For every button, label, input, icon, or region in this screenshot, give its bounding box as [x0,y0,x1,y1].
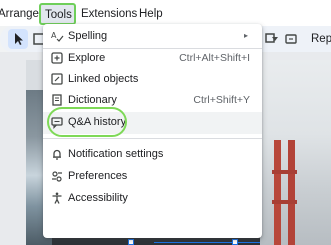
selection-outline [154,242,260,243]
comment-icon[interactable] [283,31,299,47]
menu-item-explore[interactable]: Explore Ctrl+Alt+Shift+I [43,48,262,70]
menu-item-label: Dictionary [68,94,117,106]
highlight-ring [47,107,127,137]
menu-extensions[interactable]: Extensions [81,7,137,21]
menu-item-shortcut: Ctrl+Shift+Y [193,94,250,106]
resize-handle[interactable] [232,239,238,245]
submenu-arrow-icon: ▸ [243,31,248,40]
bridge-beam [272,170,297,174]
bell-icon [50,147,64,161]
menu-item-label: Linked objects [68,73,139,85]
menu-item-label: Notification settings [68,148,164,160]
slide-photo-bridge[interactable] [260,60,331,245]
chevron-down-icon[interactable] [271,31,279,47]
menu-tools-label: Tools [45,9,72,21]
spelling-icon: A [50,29,64,43]
svg-text:A: A [51,31,57,40]
cursor-icon [15,33,23,45]
menu-divider [43,138,262,139]
bridge-tower [288,140,295,245]
menu-item-label: Explore [68,52,106,64]
menu-item-notification-settings[interactable]: Notification settings [43,144,262,166]
bridge-beam [272,200,297,204]
menu-item-preferences[interactable]: Preferences [43,166,262,188]
menu-item-spelling[interactable]: A Spelling ▸ [43,26,262,48]
menu-help[interactable]: Help [139,7,163,21]
menu-item-label: Spelling [68,30,108,42]
preferences-icon [50,169,64,183]
select-tool-button[interactable] [8,29,28,49]
menu-arrange[interactable]: Arrange [0,7,39,21]
menu-bar: Arrange Tools Extensions Help [0,0,331,26]
menu-item-linked-objects[interactable]: Linked objects [43,69,262,91]
menu-tools[interactable]: Tools [39,3,76,25]
menu-item-accessibility[interactable]: Accessibility [43,188,262,210]
menu-item-shortcut: Ctrl+Alt+Shift+I [179,52,250,64]
explore-icon [50,51,64,65]
bridge-tower [274,140,281,245]
menu-item-label: Preferences [68,170,128,182]
linked-objects-icon [50,72,64,86]
menu-item-label: Accessibility [68,192,128,204]
dictionary-icon [50,93,64,107]
toolbar-rep-text[interactable]: Rep [311,33,331,45]
accessibility-icon [50,191,64,205]
resize-handle[interactable] [128,239,134,245]
